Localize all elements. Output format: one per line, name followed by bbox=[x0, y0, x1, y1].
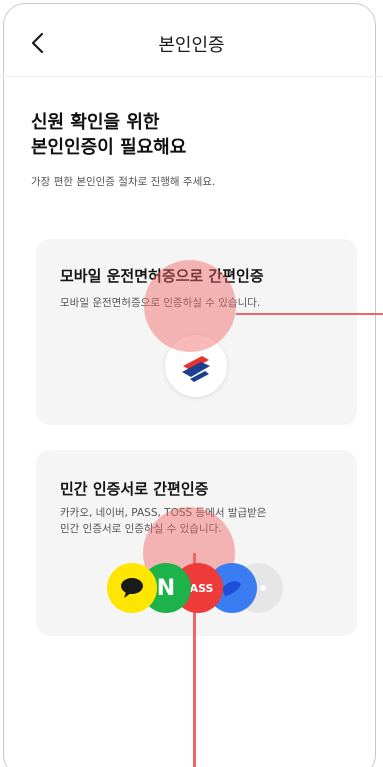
header: 본인인증 bbox=[0, 0, 383, 77]
private-certificate-option-card[interactable]: 민간 인증서로 간편인증 카카오, 네이버, PASS, TOSS 등에서 발급… bbox=[36, 450, 357, 636]
mobile-license-logo bbox=[182, 356, 210, 382]
page-title: 본인인증 bbox=[158, 35, 225, 56]
more-dot bbox=[260, 585, 266, 591]
kakao-speech-bubble-icon bbox=[121, 578, 143, 598]
option-description-line-1: 카카오, 네이버, PASS, TOSS 등에서 발급받은 bbox=[60, 507, 267, 519]
headline: 신원 확인을 위한 본인인증이 필요해요 bbox=[31, 110, 186, 160]
option-description: 모바일 운전면허증으로 인증하실 수 있습니다. bbox=[60, 297, 261, 309]
subline: 가장 편한 본인인증 절차로 진행해 주세요. bbox=[31, 176, 216, 188]
option-title: 민간 인증서로 간편인증 bbox=[60, 480, 209, 498]
mobile-license-option-card[interactable]: 모바일 운전면허증으로 간편인증 모바일 운전면허증으로 인증하실 수 있습니다… bbox=[36, 239, 357, 425]
option-title: 모바일 운전면허증으로 간편인증 bbox=[60, 267, 264, 285]
option-description: 카카오, 네이버, PASS, TOSS 등에서 발급받은 민간 인증서로 인증… bbox=[60, 505, 266, 537]
certificate-provider-row: N PASS bbox=[107, 559, 287, 617]
screen: 본인인증 신원 확인을 위한 본인인증이 필요해요 가장 편한 본인인증 절차로… bbox=[0, 0, 383, 767]
naver-label: N bbox=[156, 575, 176, 601]
headline-line-1: 신원 확인을 위한 bbox=[31, 112, 160, 133]
kakao-icon[interactable] bbox=[107, 563, 157, 613]
mobile-license-icon bbox=[165, 335, 227, 397]
option-description-line-2: 민간 인증서로 인증하실 수 있습니다. bbox=[60, 523, 222, 535]
headline-line-2: 본인인증이 필요해요 bbox=[31, 137, 187, 158]
